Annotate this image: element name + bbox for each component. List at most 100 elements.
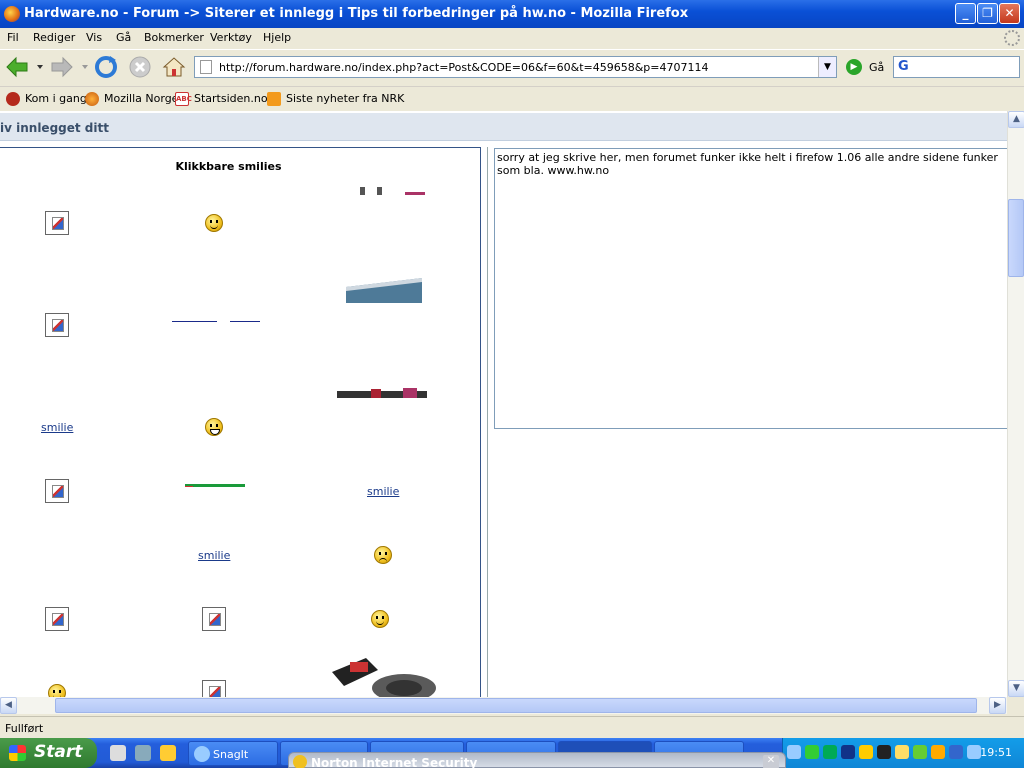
scroll-down-icon[interactable]: ▼ [1008, 680, 1024, 697]
smilies-panel: Klikkbare smilies smilie smilie smilie [0, 147, 481, 697]
norton-popup[interactable]: Norton Internet Security ✕ [288, 752, 786, 768]
search-box[interactable]: G [893, 56, 1020, 78]
broken-image-icon[interactable] [202, 680, 226, 697]
forward-arrow-icon[interactable] [49, 54, 75, 80]
scroll-right-icon[interactable]: ▶ [989, 697, 1006, 714]
bookmark-kom-i-gang[interactable]: Kom i gang [6, 92, 87, 106]
angry-smiley-icon[interactable] [374, 546, 392, 564]
status-bar: Fullført [0, 716, 1024, 738]
menu-vis[interactable]: Vis [86, 31, 102, 44]
norton-title: Norton Internet Security [311, 756, 478, 768]
firefox-icon [4, 6, 20, 22]
tray-app-icon[interactable] [841, 745, 855, 759]
vertical-scroll-thumb[interactable] [1008, 199, 1024, 277]
waving-smiley-icon[interactable] [48, 684, 66, 697]
throbber-icon [1004, 30, 1020, 46]
clock: 19:51 [980, 746, 1012, 759]
snagit-icon [194, 746, 210, 762]
menu-fil[interactable]: Fil [7, 31, 19, 44]
tray-app-icon[interactable] [895, 745, 909, 759]
ad-image-logo-blue[interactable] [160, 316, 270, 322]
menu-verktoy[interactable]: Verktøy [210, 31, 252, 44]
scroll-up-icon[interactable]: ▲ [1008, 111, 1024, 128]
bookmark-startsiden[interactable]: ABC Startsiden.no [175, 92, 268, 106]
menu-ga[interactable]: Gå [116, 31, 131, 44]
go-arrow-icon[interactable]: ▶ [846, 59, 862, 75]
close-button[interactable]: ✕ [999, 3, 1020, 24]
minimize-button[interactable]: _ [955, 3, 976, 24]
window-titlebar: Hardware.no - Forum -> Siterer et innleg… [0, 0, 1024, 28]
menu-rediger[interactable]: Rediger [33, 31, 75, 44]
taskbar-snagit[interactable]: SnagIt [188, 741, 278, 766]
menu-hjelp[interactable]: Hjelp [263, 31, 291, 44]
tray-network-icon[interactable] [805, 745, 819, 759]
quicklaunch-media-icon[interactable] [160, 745, 176, 761]
tray-app-icon[interactable] [949, 745, 963, 759]
smilies-title: Klikkbare smilies [175, 160, 282, 173]
maximize-button[interactable]: ❐ [977, 3, 998, 24]
window-title: Hardware.no - Forum -> Siterer et innleg… [24, 6, 689, 21]
vertical-scrollbar[interactable]: ▲ ▼ [1007, 111, 1024, 697]
broken-image-icon[interactable] [45, 607, 69, 631]
menu-bar: Fil Rediger Vis Gå Bokmerker Verktøy Hje… [0, 28, 1024, 48]
red-bookmark-icon [6, 92, 20, 106]
tray-app-icon[interactable] [913, 745, 927, 759]
horizontal-scrollbar[interactable]: ◀ ▶ [0, 697, 1007, 714]
home-icon[interactable] [161, 54, 187, 80]
menu-bokmerker[interactable]: Bokmerker [144, 31, 204, 44]
scroll-left-icon[interactable]: ◀ [0, 697, 17, 714]
page-icon [200, 60, 212, 74]
smiley-icon[interactable] [205, 214, 223, 232]
ad-image-cameras[interactable] [315, 184, 452, 197]
scrollbar-corner [1007, 697, 1024, 714]
status-text: Fullført [5, 722, 44, 735]
tray-app-icon[interactable] [823, 745, 837, 759]
ad-image-logo-green[interactable] [140, 479, 290, 487]
back-arrow-icon[interactable] [4, 54, 30, 80]
grin-smiley-icon[interactable] [205, 418, 223, 436]
ad-image-blank[interactable] [0, 515, 126, 529]
smilie-link[interactable]: smilie [198, 549, 230, 562]
address-dropdown-icon[interactable]: ▼ [818, 57, 836, 77]
bookmarks-toolbar: Kom i gang Mozilla Norge ABC Startsiden.n… [0, 86, 1024, 110]
start-button[interactable]: Start [0, 738, 97, 768]
broken-image-icon[interactable] [45, 211, 69, 235]
firefox-icon [85, 92, 99, 106]
tray-app-icon[interactable] [967, 745, 981, 759]
smilie-link[interactable]: smilie [367, 485, 399, 498]
ad-image-monitor[interactable] [304, 275, 464, 305]
post-header-bar: iv innlegget ditt [0, 113, 1007, 141]
broken-image-icon[interactable] [45, 479, 69, 503]
tray-arrow-icon[interactable] [787, 745, 801, 759]
quicklaunch-desktop-icon[interactable] [135, 745, 151, 761]
message-textarea[interactable]: sorry at jeg skrive her, men forumet fun… [494, 148, 1007, 429]
page-content: iv innlegget ditt Klikkbare smilies smil… [0, 111, 1007, 697]
broken-image-icon[interactable] [202, 607, 226, 631]
windows-logo-icon [9, 745, 26, 761]
bookmark-mozilla-norge[interactable]: Mozilla Norge [85, 92, 178, 106]
tray-app-icon[interactable] [931, 745, 945, 759]
reload-icon[interactable] [93, 54, 119, 80]
editor-panel: sorry at jeg skrive her, men forumet fun… [487, 147, 1007, 697]
rss-feed-icon [267, 92, 281, 106]
horizontal-scroll-thumb[interactable] [55, 698, 977, 713]
post-header-title: iv innlegget ditt [0, 121, 109, 135]
go-button[interactable]: Gå [869, 61, 884, 74]
quicklaunch-explorer-icon[interactable] [110, 745, 126, 761]
norton-icon [293, 755, 307, 768]
back-history-dropdown-icon[interactable] [34, 54, 46, 80]
tray-app-icon[interactable] [859, 745, 873, 759]
stop-icon[interactable] [127, 54, 153, 80]
ad-image-motherboard[interactable] [315, 387, 452, 400]
broken-image-icon[interactable] [45, 313, 69, 337]
address-bar[interactable]: http://forum.hardware.no/index.php?act=P… [194, 56, 837, 78]
smilie-link[interactable]: smilie [41, 421, 73, 434]
thumbs-up-smiley-icon[interactable] [371, 610, 389, 628]
tray-app-icon[interactable] [877, 745, 891, 759]
forward-history-dropdown-icon[interactable] [79, 54, 91, 80]
google-search-icon[interactable]: G [898, 59, 909, 74]
close-icon[interactable]: ✕ [763, 755, 779, 768]
address-input[interactable]: http://forum.hardware.no/index.php?act=P… [219, 61, 709, 74]
bookmark-nrk-nyheter[interactable]: Siste nyheter fra NRK [267, 92, 404, 106]
ad-image-camera-card[interactable] [304, 644, 464, 697]
